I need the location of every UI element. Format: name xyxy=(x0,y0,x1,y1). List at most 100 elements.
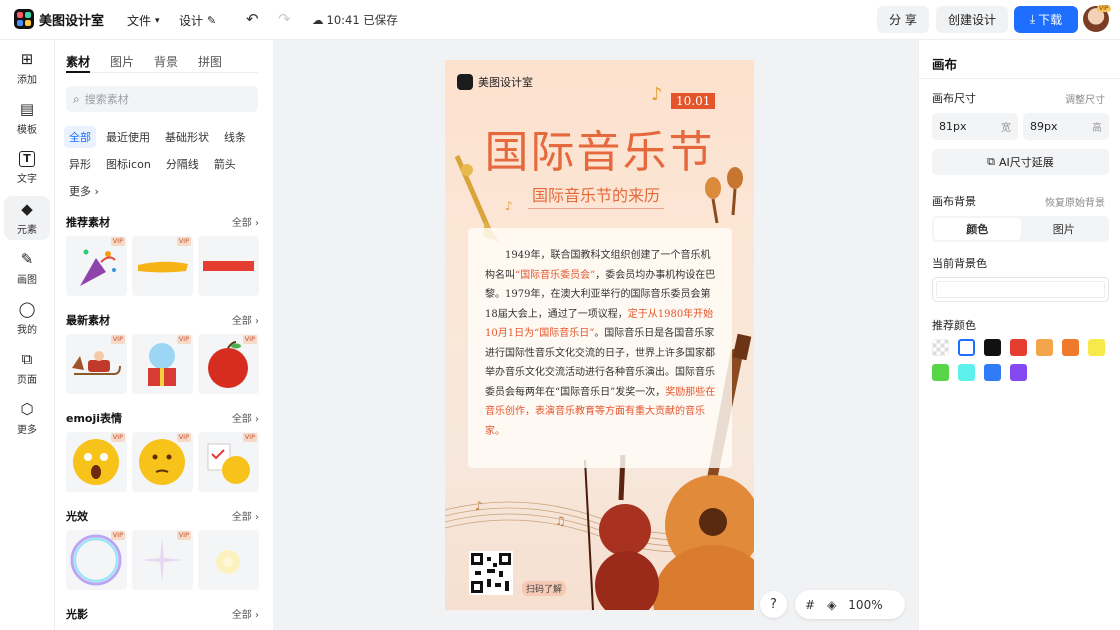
undo-icon[interactable]: ↶ xyxy=(246,11,259,27)
design-menu[interactable]: 设计 ✎ xyxy=(179,12,216,29)
party-popper-thumb[interactable]: VIP xyxy=(66,236,127,296)
layers-icon[interactable]: ◈ xyxy=(827,598,836,612)
ai-extend-label: AI尺寸延展 xyxy=(999,156,1054,169)
see-all-link[interactable]: 全部 › xyxy=(232,410,259,426)
chip-icons[interactable]: 图标icon xyxy=(101,153,156,175)
zoom-level[interactable]: 100% xyxy=(848,598,882,612)
chip-arrows[interactable]: 箭头 xyxy=(209,153,241,175)
user-icon: ◯ xyxy=(18,299,36,318)
section-title: 推荐素材 xyxy=(66,216,110,229)
current-color-field[interactable] xyxy=(932,277,1109,302)
seg-image[interactable]: 图片 xyxy=(1021,218,1108,240)
redo-icon[interactable]: ↷ xyxy=(278,11,291,27)
see-all-link[interactable]: 全部 › xyxy=(232,508,259,524)
logo-icon xyxy=(14,9,34,29)
checklist-emoji-thumb[interactable]: VIP xyxy=(198,432,259,492)
see-all-link[interactable]: 全部 › xyxy=(232,606,259,622)
red-bar-thumb[interactable] xyxy=(198,236,259,296)
vip-badge: VIP xyxy=(176,433,191,442)
chip-more[interactable]: 更多 › xyxy=(64,180,104,202)
snow-globe-gift-thumb[interactable]: VIP xyxy=(132,334,193,394)
swatch-yellow[interactable] xyxy=(1088,339,1105,356)
swatch-purple[interactable] xyxy=(1010,364,1027,381)
top-bar: 美图设计室 文件 ▾ 设计 ✎ ↶ ↷ ☁ 10:41 已保存 分 享 创建设计… xyxy=(0,0,1120,40)
download-button[interactable]: ⤓ 下载 xyxy=(1014,6,1078,33)
chevron-down-icon: ▾ xyxy=(155,15,160,26)
nav-add[interactable]: ⊞ 添加 xyxy=(4,46,50,90)
poster-canvas[interactable]: ♪ ♪ ♪ ♫ 美图设计室 10.01 国际音乐节 国际音乐节的来历 1949年… xyxy=(445,60,754,610)
swatch-light-orange[interactable] xyxy=(1036,339,1053,356)
seg-color[interactable]: 颜色 xyxy=(934,218,1021,240)
recommended-colors-label: 推荐颜色 xyxy=(932,319,976,332)
bubble-ring-thumb[interactable]: VIP xyxy=(66,530,127,590)
nav-template-label: 模板 xyxy=(17,124,37,136)
nav-element[interactable]: ◆ 元素 xyxy=(4,196,50,240)
nav-text[interactable]: T 文字 xyxy=(4,146,50,190)
shocked-emoji-thumb[interactable]: VIP xyxy=(66,432,127,492)
yellow-brush-stroke-thumb[interactable]: VIP xyxy=(132,236,193,296)
swatch-orange[interactable] xyxy=(1062,339,1079,356)
see-all-label: 全部 xyxy=(231,316,252,327)
nav-more[interactable]: ⬡ 更多 xyxy=(4,396,50,440)
ai-extend-button[interactable]: ⧉ AI尺寸延展 xyxy=(932,149,1109,175)
see-all-label: 全部 xyxy=(231,610,252,621)
santa-sleigh-thumb[interactable]: VIP xyxy=(66,334,127,394)
nav-template[interactable]: ▤ 模板 xyxy=(4,96,50,140)
nav-mine-label: 我的 xyxy=(17,324,37,336)
add-square-icon: ⊞ xyxy=(20,49,34,68)
qr-label: 扫码了解 xyxy=(522,581,567,596)
swatch-transparent[interactable] xyxy=(932,339,949,356)
tab-backgrounds[interactable]: 背景 xyxy=(154,53,178,70)
bg-type-toggle: 颜色 图片 xyxy=(932,216,1109,242)
height-field[interactable]: 89px 高 xyxy=(1023,113,1109,140)
chip-dividers[interactable]: 分隔线 xyxy=(161,153,204,175)
vip-badge: VIP xyxy=(1097,5,1111,12)
resize-link[interactable]: 调整尺寸 xyxy=(1065,91,1105,106)
section-title: emoji表情 xyxy=(66,412,123,425)
vip-badge: VIP xyxy=(110,531,125,540)
width-field[interactable]: 81px 宽 xyxy=(932,113,1018,140)
nav-text-label: 文字 xyxy=(17,174,37,185)
left-nav: ⊞ 添加 ▤ 模板 T 文字 ◆ 元素 ✎ 画图 ◯ 我的 ⧉ 页面 ⬡ 更多 xyxy=(0,40,55,630)
chip-lines[interactable]: 线条 xyxy=(219,126,251,148)
tab-images[interactable]: 图片 xyxy=(110,53,134,70)
design-menu-label: 设计 xyxy=(179,14,204,28)
create-design-button[interactable]: 创建设计 xyxy=(936,6,1008,33)
nav-page[interactable]: ⧉ 页面 xyxy=(4,346,50,390)
sparkle-star-thumb[interactable]: VIP xyxy=(132,530,193,590)
materials-tabs: 素材 图片 背景 拼图 xyxy=(66,53,222,70)
ai-resize-icon: ⧉ xyxy=(987,155,996,168)
swatch-cyan[interactable] xyxy=(958,364,975,381)
thinking-emoji-thumb[interactable]: VIP xyxy=(132,432,193,492)
tab-collage[interactable]: 拼图 xyxy=(198,53,222,70)
tab-materials[interactable]: 素材 xyxy=(66,53,90,70)
chip-basic-shapes[interactable]: 基础形状 xyxy=(160,126,214,148)
restore-bg-link[interactable]: 恢复原始背景 xyxy=(1045,194,1105,209)
chip-recent[interactable]: 最近使用 xyxy=(101,126,155,148)
swatch-green[interactable] xyxy=(932,364,949,381)
grid-icon[interactable]: # xyxy=(805,598,815,612)
chip-all[interactable]: 全部 xyxy=(64,126,96,148)
help-button[interactable]: ? xyxy=(760,591,787,618)
chip-irregular[interactable]: 异形 xyxy=(64,153,96,175)
nav-mine[interactable]: ◯ 我的 xyxy=(4,296,50,340)
swatch-red[interactable] xyxy=(1010,339,1027,356)
see-all-link[interactable]: 全部 › xyxy=(232,312,259,328)
nav-draw[interactable]: ✎ 画图 xyxy=(4,246,50,290)
app-logo[interactable]: 美图设计室 xyxy=(14,9,104,29)
file-menu[interactable]: 文件 ▾ xyxy=(127,12,160,29)
section-latest-header: 最新素材 全部 › xyxy=(66,312,259,328)
share-button[interactable]: 分 享 xyxy=(877,6,929,33)
swatch-black[interactable] xyxy=(984,339,1001,356)
soft-glow-thumb[interactable] xyxy=(198,530,259,590)
nav-element-label: 元素 xyxy=(17,224,37,236)
red-apple-thumb[interactable]: VIP xyxy=(198,334,259,394)
nav-draw-label: 画图 xyxy=(17,274,37,286)
swatch-blue[interactable] xyxy=(984,364,1001,381)
draw-pen-icon: ✎ xyxy=(20,249,34,268)
see-all-link[interactable]: 全部 › xyxy=(232,214,259,230)
body-highlight-1: “国际音乐委员会” xyxy=(515,269,596,281)
current-bg-label: 当前背景色 xyxy=(932,257,987,270)
search-input[interactable]: ⌕ 搜索素材 xyxy=(66,86,258,112)
swatch-white[interactable] xyxy=(958,339,975,356)
